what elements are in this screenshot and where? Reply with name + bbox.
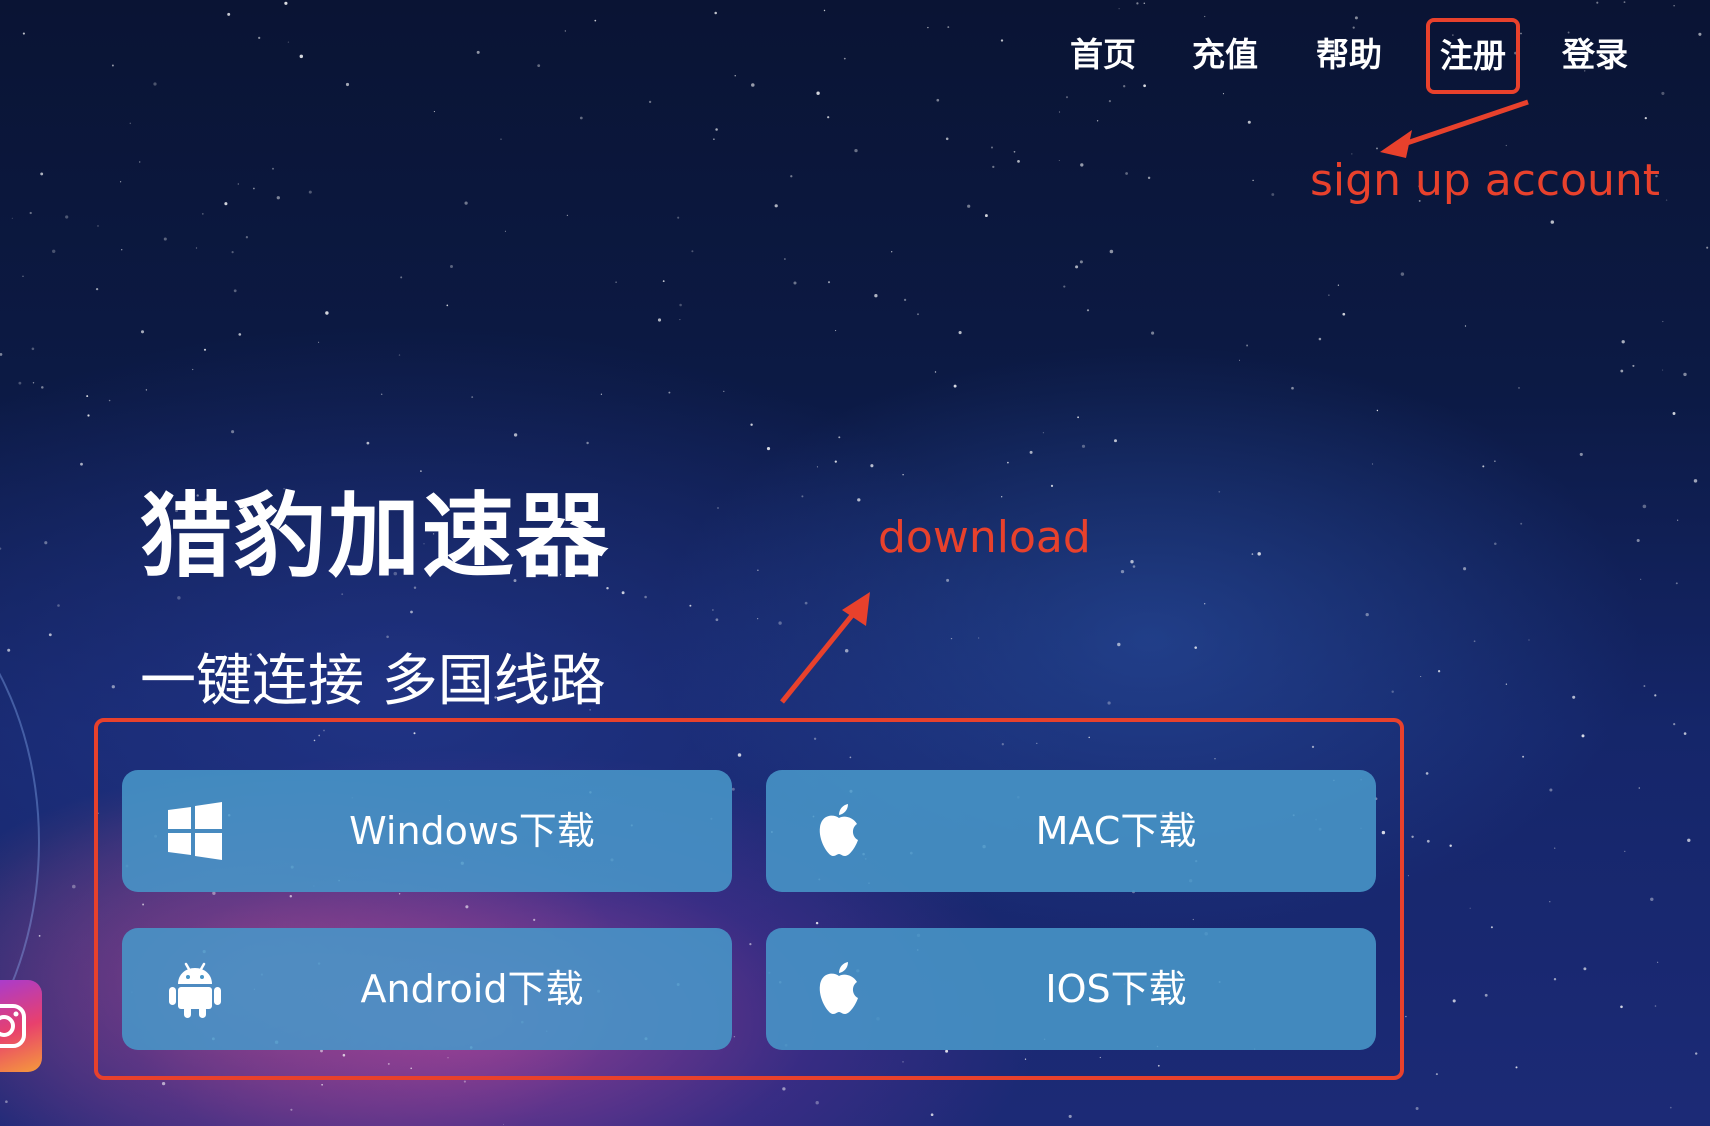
signup-arrow-head bbox=[1380, 130, 1412, 158]
windows-download-button[interactable]: Windows下载 bbox=[122, 770, 732, 892]
instagram-glyph bbox=[0, 1004, 26, 1048]
instagram-icon[interactable] bbox=[0, 980, 42, 1072]
signup-annotation: sign up account bbox=[1310, 155, 1661, 206]
mac-download-button[interactable]: MAC下载 bbox=[766, 770, 1376, 892]
ios-download-label: IOS下载 bbox=[1045, 967, 1187, 1011]
download-annotation: download bbox=[878, 512, 1091, 563]
android-download-button[interactable]: Android下载 bbox=[122, 928, 732, 1050]
ios-download-button[interactable]: IOS下载 bbox=[766, 928, 1376, 1050]
mac-download-label: MAC下载 bbox=[1035, 809, 1197, 853]
windows-download-label: Windows下载 bbox=[349, 809, 595, 853]
download-arrow-line bbox=[780, 606, 860, 704]
hero-subtitle: 一键连接 多国线路 bbox=[140, 649, 606, 714]
android-download-label: Android下载 bbox=[360, 967, 584, 1011]
hero-title: 猎豹加速器 bbox=[140, 483, 611, 590]
signup-arrow-line bbox=[1397, 99, 1529, 149]
page-background: 首页 充值 帮助 注册 登录 sign up account download … bbox=[0, 0, 1710, 1126]
